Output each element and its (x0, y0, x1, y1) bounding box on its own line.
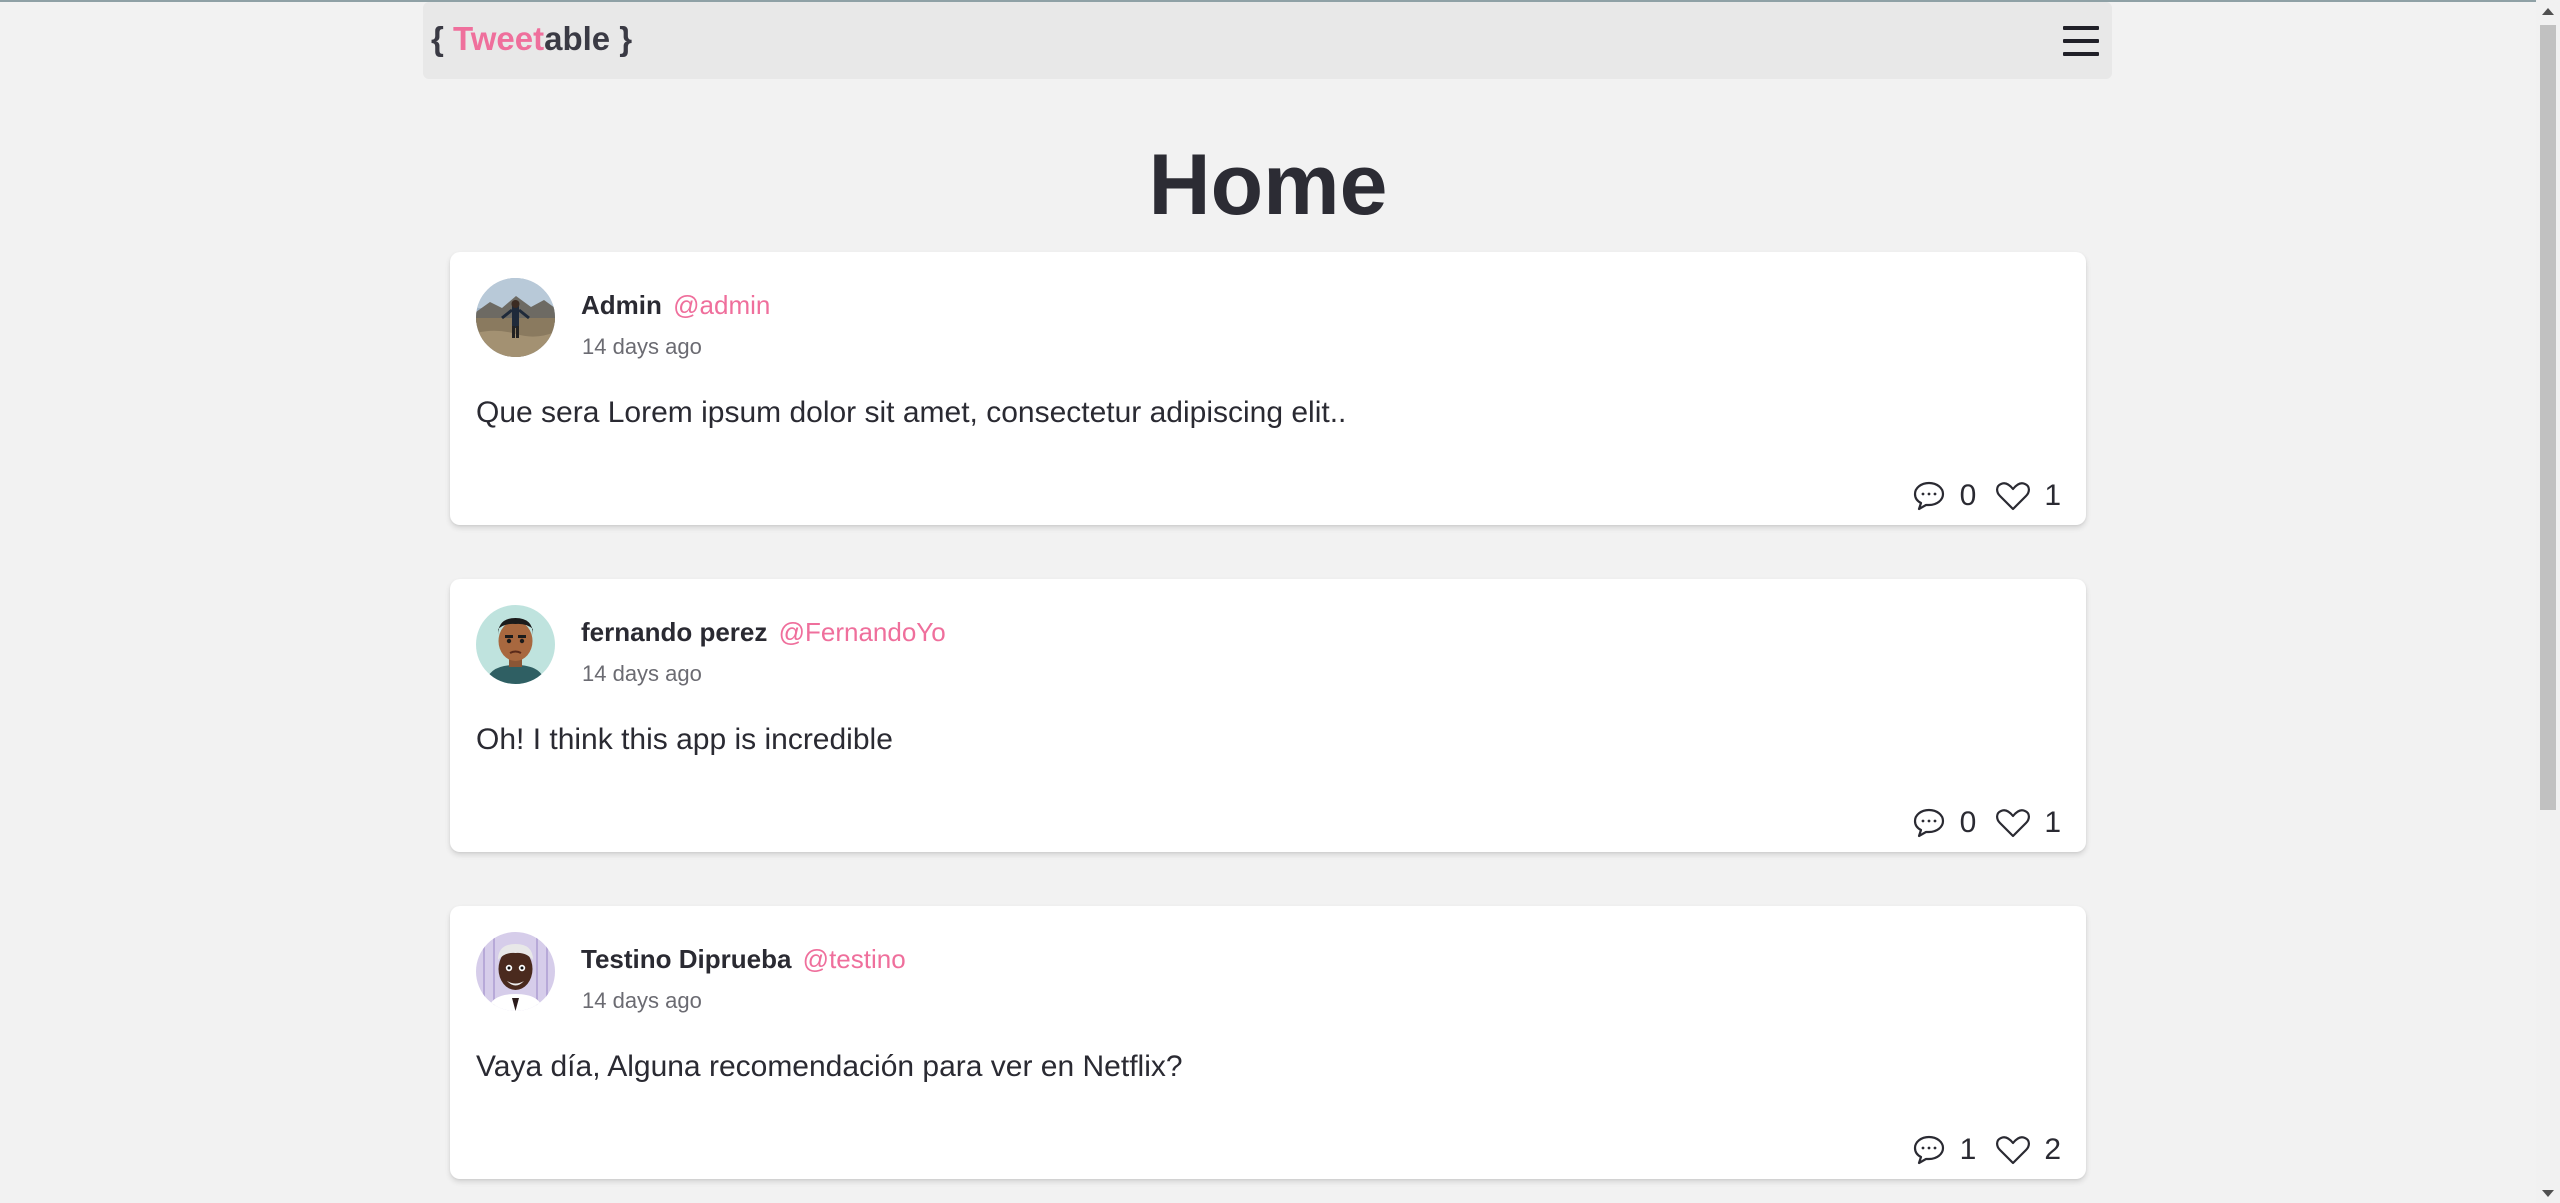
tweet-author: Admin @admin (581, 290, 770, 321)
user-avatar[interactable] (476, 932, 555, 1011)
tweet-text: Vaya día, Alguna recomendación para ver … (476, 1050, 1183, 1083)
tweet-timestamp: 14 days ago (582, 988, 702, 1013)
tweet-timestamp: 14 days ago (582, 661, 702, 686)
like-button[interactable]: 1 (1996, 479, 2061, 513)
tweet-actions: 0 1 (1912, 478, 2061, 514)
logo-tweet: Tweet (453, 20, 545, 57)
heart-outline-icon (1996, 481, 2031, 511)
tweet-card: Testino Diprueba @testino 14 days ago Va… (450, 906, 2086, 1179)
comment-count: 0 (1959, 806, 1977, 839)
tweet-text: Que sera Lorem ipsum dolor sit amet, con… (476, 396, 1347, 429)
tweet-text: Oh! I think this app is incredible (476, 723, 893, 756)
hamburger-menu-icon[interactable] (2063, 24, 2099, 58)
author-handle[interactable]: @testino (803, 944, 906, 974)
heart-outline-icon (1996, 808, 2031, 838)
comment-button[interactable]: 1 (1912, 1133, 1977, 1167)
logo-brace-open: { (431, 20, 454, 57)
comment-button[interactable]: 0 (1912, 479, 1977, 513)
app-logo[interactable]: { Tweetable } (431, 20, 632, 58)
author-handle[interactable]: @admin (673, 290, 770, 320)
comment-count: 1 (1959, 1133, 1977, 1166)
author-handle[interactable]: @FernandoYo (779, 617, 946, 647)
author-name[interactable]: Admin (581, 290, 662, 320)
comment-count: 0 (1959, 479, 1977, 512)
logo-able: able (544, 20, 611, 57)
like-count: 2 (2044, 1133, 2061, 1166)
page-title: Home (1148, 137, 1388, 233)
navbar: { Tweetable } (423, 2, 2112, 79)
like-button[interactable]: 1 (1996, 806, 2061, 840)
tweet-card: Admin @admin 14 days ago Que sera Lorem … (450, 252, 2086, 525)
author-name[interactable]: Testino Diprueba (581, 944, 791, 974)
user-avatar[interactable] (476, 605, 555, 684)
scrollbar-thumb[interactable] (2540, 25, 2556, 810)
like-count: 1 (2044, 806, 2061, 839)
tweet-actions: 1 2 (1912, 1132, 2061, 1168)
tweet-timestamp: 14 days ago (582, 334, 702, 359)
tweet-actions: 0 1 (1912, 805, 2061, 841)
scroll-up-arrow-icon[interactable] (2542, 8, 2554, 15)
logo-brace-close: } (610, 20, 633, 57)
tweet-card: fernando perez @FernandoYo 14 days ago O… (450, 579, 2086, 852)
speech-bubble-icon (1912, 807, 1946, 839)
comment-button[interactable]: 0 (1912, 806, 1977, 840)
scroll-down-arrow-icon[interactable] (2542, 1190, 2554, 1197)
user-avatar[interactable] (476, 278, 555, 357)
tweet-author: fernando perez @FernandoYo (581, 617, 946, 648)
tweet-author: Testino Diprueba @testino (581, 944, 906, 975)
like-count: 1 (2044, 479, 2061, 512)
speech-bubble-icon (1912, 1134, 1946, 1166)
page-scrollbar[interactable] (2536, 0, 2560, 1203)
like-button[interactable]: 2 (1996, 1133, 2061, 1167)
author-name[interactable]: fernando perez (581, 617, 767, 647)
speech-bubble-icon (1912, 480, 1946, 512)
heart-outline-icon (1996, 1135, 2031, 1165)
